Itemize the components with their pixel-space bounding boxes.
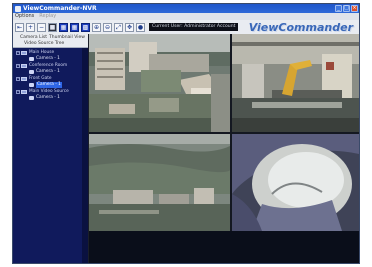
tree-camera[interactable]: Camera - 1 xyxy=(29,69,60,75)
video-wall xyxy=(89,34,359,263)
close-button[interactable]: × xyxy=(351,5,358,12)
zoom-out-icon[interactable]: ⊖ xyxy=(103,22,112,32)
video-feed-factory[interactable] xyxy=(232,34,359,132)
exit-icon[interactable]: ⇤ xyxy=(15,22,24,32)
tree-scrollbar[interactable] xyxy=(82,48,88,263)
app-icon xyxy=(15,5,21,12)
camera-icon xyxy=(29,83,34,87)
sidebar-tabs: Camera List Thumbnail View Video Source … xyxy=(13,34,88,48)
camera-label: Camera - 1 xyxy=(36,56,60,61)
zoom-in-icon[interactable]: ⊕ xyxy=(92,22,101,32)
tab-video-source-tree[interactable]: Video Source Tree xyxy=(24,41,64,47)
ptz-icon[interactable]: ✥ xyxy=(125,22,134,32)
fit-icon[interactable]: ⤢ xyxy=(114,22,123,32)
grid-16-icon[interactable]: ▩ xyxy=(81,22,90,32)
dome-image xyxy=(232,134,359,231)
hillside-image xyxy=(89,134,230,231)
grid-9-icon[interactable]: ▦ xyxy=(70,22,79,32)
camera-icon xyxy=(29,96,34,100)
record-icon[interactable]: ● xyxy=(136,22,145,32)
tree-camera-selected[interactable]: Camera - 1 xyxy=(29,82,62,88)
minimize-button[interactable]: _ xyxy=(335,5,342,12)
camera-label: Camera - 1 xyxy=(36,95,60,100)
expand-icon[interactable]: − xyxy=(16,77,20,81)
camera-label: Camera - 1 xyxy=(36,69,60,74)
folder-icon xyxy=(21,64,27,68)
window-title: ViewCommander-NVR xyxy=(23,5,97,12)
brand-logo: ViewCommander xyxy=(248,21,353,34)
maximize-button[interactable]: □ xyxy=(343,5,350,12)
camera-add-icon[interactable]: + xyxy=(26,22,35,32)
empty-view-area xyxy=(89,231,359,263)
menu-replay[interactable]: Replay xyxy=(39,13,56,20)
video-feed-dome[interactable] xyxy=(232,134,359,231)
video-source-tree: − Main House Camera - 1 − Conference Roo… xyxy=(13,48,88,263)
app-window: ViewCommander-NVR _ □ × Options Replay ⇤… xyxy=(12,3,360,264)
tree-camera[interactable]: Camera - 1 xyxy=(29,95,60,101)
factory-image xyxy=(232,34,359,132)
video-feed-campus[interactable] xyxy=(89,34,230,132)
video-feed-hillside[interactable] xyxy=(89,134,230,231)
folder-icon xyxy=(21,51,27,55)
tree-camera[interactable]: Camera - 1 xyxy=(29,56,60,62)
folder-icon xyxy=(21,77,27,81)
current-user-label: Current User: Administrator Account xyxy=(149,23,239,31)
expand-icon[interactable]: − xyxy=(16,90,20,94)
folder-icon xyxy=(21,90,27,94)
expand-icon[interactable]: − xyxy=(16,64,20,68)
window-controls: _ □ × xyxy=(335,5,358,12)
expand-icon[interactable]: − xyxy=(16,51,20,55)
camera-icon xyxy=(29,70,34,74)
menu-bar: Options Replay xyxy=(13,13,359,20)
campus-image xyxy=(89,34,230,132)
camera-remove-icon[interactable]: − xyxy=(37,22,46,32)
toolbar: ⇤ + − ■ ▦ ▦ ▩ ⊕ ⊖ ⤢ ✥ ● Current User: Ad… xyxy=(13,20,359,35)
grid-4-icon[interactable]: ▦ xyxy=(59,22,68,32)
title-bar[interactable]: ViewCommander-NVR _ □ × xyxy=(13,4,359,13)
grid-1-icon[interactable]: ■ xyxy=(48,22,57,32)
menu-options[interactable]: Options xyxy=(15,13,34,20)
camera-label: Camera - 1 xyxy=(36,82,62,88)
camera-icon xyxy=(29,57,34,61)
